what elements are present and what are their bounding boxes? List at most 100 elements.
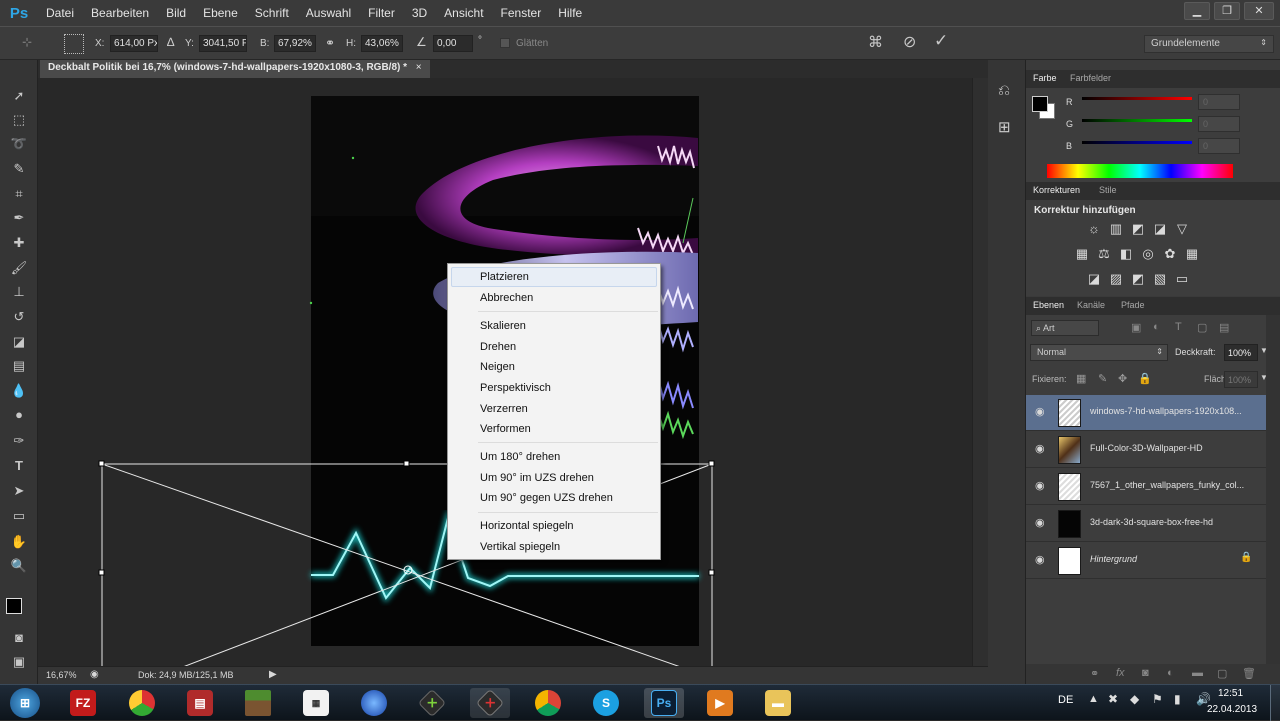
y-field[interactable]: 3041,50 P: [199, 35, 247, 52]
curves-icon[interactable]: ◩: [1130, 222, 1146, 236]
filter-adjust-icon[interactable]: ◐: [1153, 321, 1160, 333]
filter-smart-icon[interactable]: ▤: [1219, 321, 1229, 334]
type-tool-icon[interactable]: T: [9, 456, 29, 476]
menu-bearbeiten[interactable]: Bearbeiten: [91, 6, 149, 20]
tab-stile[interactable]: Stile: [1099, 185, 1117, 195]
taskbar-globe[interactable]: [354, 688, 394, 718]
link-layers-icon[interactable]: ⚭: [1090, 667, 1099, 680]
tab-ebenen[interactable]: Ebenen: [1033, 300, 1064, 310]
layer-row[interactable]: ◉ windows-7-hd-wallpapers-1920x108...: [1026, 395, 1266, 431]
foreground-color-swatch[interactable]: [6, 598, 22, 614]
menu-datei[interactable]: Datei: [46, 6, 74, 20]
eye-icon[interactable]: ◉: [1035, 442, 1049, 456]
workspace-select[interactable]: Grundelemente ⇕: [1144, 35, 1274, 53]
brightness-icon[interactable]: ☼: [1086, 222, 1102, 236]
brush-tool-icon[interactable]: 🖌: [9, 258, 29, 278]
eye-icon[interactable]: ◉: [1035, 479, 1049, 493]
taskbar-notes[interactable]: ▦: [296, 688, 336, 718]
taskbar-media[interactable]: ▤: [180, 688, 220, 718]
menu-item-neigen[interactable]: Neigen: [480, 361, 515, 373]
menu-3d[interactable]: 3D: [412, 6, 427, 20]
trash-icon[interactable]: 🗑: [1242, 667, 1256, 680]
hand-tool-icon[interactable]: ✋: [9, 532, 29, 552]
taskbar-xbox-alt[interactable]: ✕: [470, 688, 510, 718]
zoom-tool-icon[interactable]: 🔍: [9, 556, 29, 576]
menu-item-verformen[interactable]: Verformen: [480, 423, 531, 435]
selective-color-icon[interactable]: ▧: [1152, 272, 1168, 286]
menu-ebene[interactable]: Ebene: [203, 6, 238, 20]
eyedropper-tool-icon[interactable]: ✒: [9, 208, 29, 228]
history-panel-icon[interactable]: ⎌: [998, 82, 1010, 99]
menu-filter[interactable]: Filter: [368, 6, 395, 20]
taskbar-explorer[interactable]: ▬: [758, 688, 798, 718]
layer-row[interactable]: ◉ 3d-dark-3d-square-box-free-hd: [1026, 506, 1266, 542]
move-tool-icon[interactable]: ➚: [9, 86, 29, 106]
transform-handle[interactable]: [403, 460, 410, 467]
transform-handle[interactable]: [708, 569, 715, 576]
x-field[interactable]: 614,00 Px: [110, 35, 158, 52]
r-slider[interactable]: [1082, 97, 1192, 100]
filter-pixel-icon[interactable]: ▣: [1131, 321, 1141, 334]
close-button[interactable]: ✕: [1244, 2, 1274, 20]
taskbar-photoshop[interactable]: Ps: [644, 688, 684, 718]
posterize-icon[interactable]: ▨: [1108, 272, 1124, 286]
menu-auswahl[interactable]: Auswahl: [306, 6, 351, 20]
menu-item-rotate-90-cw[interactable]: Um 90° im UZS drehen: [480, 472, 594, 484]
opacity-field[interactable]: 100%: [1224, 344, 1258, 361]
eye-icon[interactable]: ◉: [1035, 553, 1049, 567]
close-tab-icon[interactable]: ×: [416, 62, 422, 73]
threshold-icon[interactable]: ◩: [1130, 272, 1146, 286]
height-field[interactable]: 43,06%: [361, 35, 403, 52]
angle-field[interactable]: 0,00: [433, 35, 473, 52]
menu-bild[interactable]: Bild: [166, 6, 186, 20]
menu-item-abbrechen[interactable]: Abbrechen: [480, 292, 533, 304]
new-group-icon[interactable]: ▬: [1192, 667, 1203, 679]
minimize-button[interactable]: ▁: [1184, 2, 1210, 20]
lock-transparent-icon[interactable]: ▦: [1076, 372, 1086, 385]
transform-handle[interactable]: [98, 460, 105, 467]
menu-ansicht[interactable]: Ansicht: [444, 6, 483, 20]
layer-row[interactable]: ◉ Hintergrund 🔒: [1026, 543, 1266, 579]
layer-row[interactable]: ◉ 7567_1_other_wallpapers_funky_col...: [1026, 469, 1266, 505]
taskbar-chrome[interactable]: [528, 688, 568, 718]
lock-pixels-icon[interactable]: ✎: [1098, 372, 1107, 385]
healing-tool-icon[interactable]: ✚: [9, 233, 29, 253]
menu-hilfe[interactable]: Hilfe: [558, 6, 582, 20]
status-menu-arrow-icon[interactable]: ▶: [269, 669, 277, 680]
eye-icon[interactable]: ◉: [1035, 405, 1049, 419]
filter-shape-icon[interactable]: ▢: [1197, 321, 1207, 334]
shape-tool-icon[interactable]: ▭: [9, 506, 29, 526]
link-icon[interactable]: ⚭: [325, 36, 335, 50]
pen-tool-icon[interactable]: ✑: [9, 431, 29, 451]
tray-arrow-icon[interactable]: ▲: [1088, 693, 1099, 705]
menu-fenster[interactable]: Fenster: [501, 6, 542, 20]
start-button[interactable]: ⊞: [5, 688, 45, 718]
menu-item-rotate-180[interactable]: Um 180° drehen: [480, 451, 560, 463]
lasso-tool-icon[interactable]: ➰: [9, 134, 29, 154]
color-lookup-icon[interactable]: ▦: [1184, 247, 1200, 261]
status-info-icon[interactable]: ◉: [90, 669, 99, 680]
adjustment-layer-icon[interactable]: ◐: [1167, 667, 1174, 679]
vertical-scrollbar[interactable]: [972, 78, 988, 666]
photo-filter-icon[interactable]: ◎: [1140, 247, 1156, 261]
menu-item-flip-horizontal[interactable]: Horizontal spiegeln: [480, 520, 574, 532]
layer-filter-select[interactable]: ⌕ Art: [1031, 320, 1099, 336]
eraser-tool-icon[interactable]: ◪: [9, 332, 29, 352]
language-indicator[interactable]: DE: [1058, 694, 1073, 706]
tray-app-icon[interactable]: ◆: [1130, 692, 1139, 706]
restore-button[interactable]: ❐: [1214, 2, 1240, 20]
menu-item-drehen[interactable]: Drehen: [480, 341, 516, 353]
tray-signal-icon[interactable]: ▮: [1174, 692, 1181, 706]
gradient-map-icon[interactable]: ▭: [1174, 272, 1190, 286]
g-slider[interactable]: [1082, 119, 1192, 122]
transform-handle[interactable]: [98, 569, 105, 576]
fx-icon[interactable]: fx: [1116, 667, 1125, 679]
tab-korrekturen[interactable]: Korrekturen: [1033, 185, 1080, 195]
marquee-tool-icon[interactable]: ⬚: [9, 110, 29, 130]
taskbar-video[interactable]: ▶: [700, 688, 740, 718]
taskbar-xbox[interactable]: ✕: [412, 688, 452, 718]
bw-icon[interactable]: ◧: [1118, 247, 1134, 261]
reference-point-icon[interactable]: [64, 34, 84, 54]
lock-all-icon[interactable]: 🔒: [1138, 372, 1152, 385]
commit-transform-icon[interactable]: ✓: [934, 31, 948, 51]
